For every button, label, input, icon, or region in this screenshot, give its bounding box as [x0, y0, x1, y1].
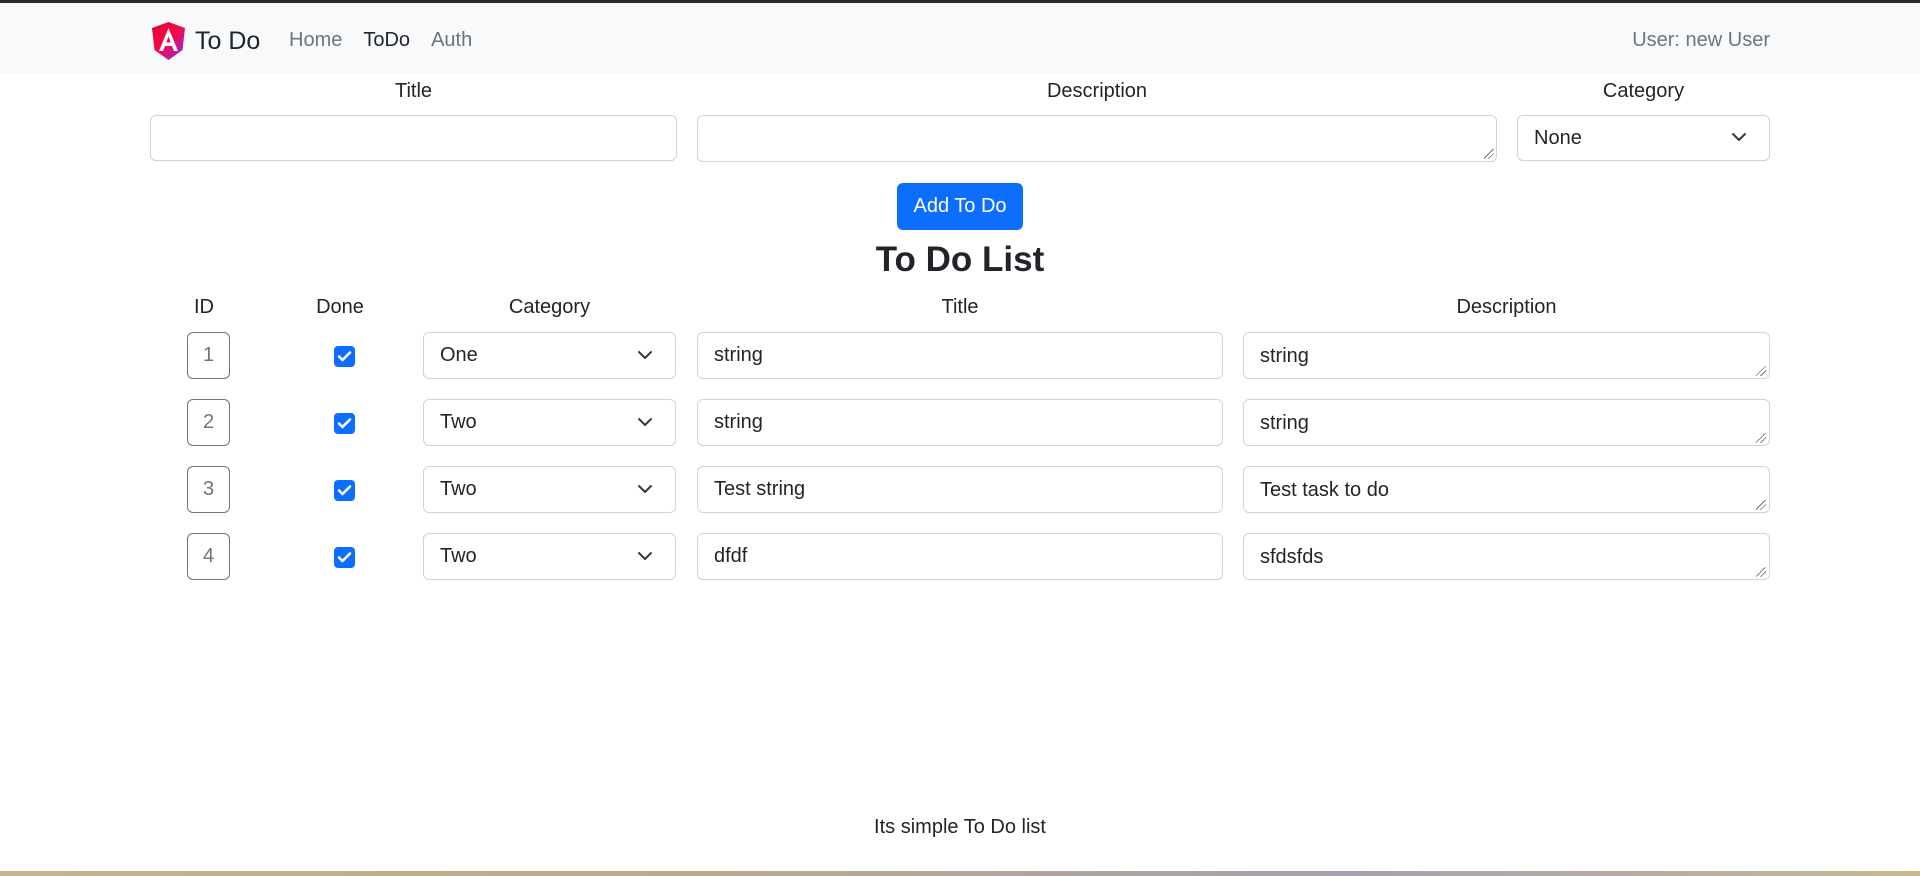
row-title-input[interactable]	[697, 399, 1223, 446]
check-icon	[337, 418, 352, 429]
col-header-id: ID	[194, 296, 214, 318]
row-category-value: One	[440, 344, 478, 366]
brand[interactable]: To Do	[150, 21, 260, 61]
chevron-down-icon	[638, 417, 652, 426]
row-category-select[interactable]: Two	[423, 533, 676, 580]
form-description-label: Description	[1046, 80, 1148, 102]
row-description-textarea[interactable]: string	[1243, 399, 1770, 446]
row-category-value: Two	[440, 478, 477, 500]
row-done-checkbox[interactable]	[334, 480, 355, 501]
new-title-input[interactable]	[150, 115, 677, 161]
chevron-down-icon	[638, 551, 652, 560]
check-icon	[337, 552, 352, 563]
row-title-input[interactable]	[697, 332, 1223, 379]
brand-title: To Do	[195, 26, 261, 55]
nav-links: Home ToDo Auth	[289, 29, 493, 52]
form-title-label: Title	[394, 80, 433, 102]
row-id: 1	[187, 332, 230, 379]
row-done-checkbox[interactable]	[334, 547, 355, 568]
check-icon	[337, 485, 352, 496]
col-header-done: Done	[316, 296, 364, 318]
col-header-category: Category	[508, 296, 591, 318]
chevron-down-icon	[1732, 133, 1746, 141]
row-id: 2	[187, 399, 230, 446]
new-category-value: None	[1534, 126, 1582, 149]
row-id: 4	[187, 533, 230, 580]
nav-link-home[interactable]: Home	[289, 29, 342, 52]
add-todo-button[interactable]: Add To Do	[897, 183, 1023, 230]
form-category-label: Category	[1602, 80, 1685, 102]
angular-logo-icon	[152, 22, 185, 60]
row-category-select[interactable]: Two	[423, 466, 676, 513]
new-category-select[interactable]: None	[1517, 115, 1770, 161]
row-id: 3	[187, 466, 230, 513]
window-bottom-edge	[0, 871, 1920, 876]
list-heading: To Do List	[875, 240, 1045, 279]
new-description-textarea[interactable]	[697, 115, 1497, 162]
row-category-value: Two	[440, 545, 477, 567]
check-icon	[337, 351, 352, 362]
row-title-input[interactable]	[697, 466, 1223, 513]
row-description-textarea[interactable]: Test task to do	[1243, 466, 1770, 513]
row-category-value: Two	[440, 411, 477, 433]
user-label: User: new User	[1632, 29, 1770, 51]
row-done-checkbox[interactable]	[334, 413, 355, 434]
nav-link-todo[interactable]: ToDo	[363, 29, 410, 52]
chevron-down-icon	[638, 484, 652, 493]
row-description-textarea[interactable]: string	[1243, 332, 1770, 379]
nav-link-auth[interactable]: Auth	[431, 29, 472, 52]
col-header-title: Title	[941, 296, 979, 318]
row-title-input[interactable]	[697, 533, 1223, 580]
chevron-down-icon	[638, 350, 652, 359]
navbar: To Do Home ToDo Auth User: new User	[0, 3, 1920, 74]
row-description-textarea[interactable]: sfdsfds	[1243, 533, 1770, 580]
col-header-description: Description	[1456, 296, 1557, 318]
footer-text: Its simple To Do list	[874, 816, 1046, 838]
row-category-select[interactable]: Two	[423, 399, 676, 446]
row-done-checkbox[interactable]	[334, 346, 355, 367]
row-category-select[interactable]: One	[423, 332, 676, 379]
